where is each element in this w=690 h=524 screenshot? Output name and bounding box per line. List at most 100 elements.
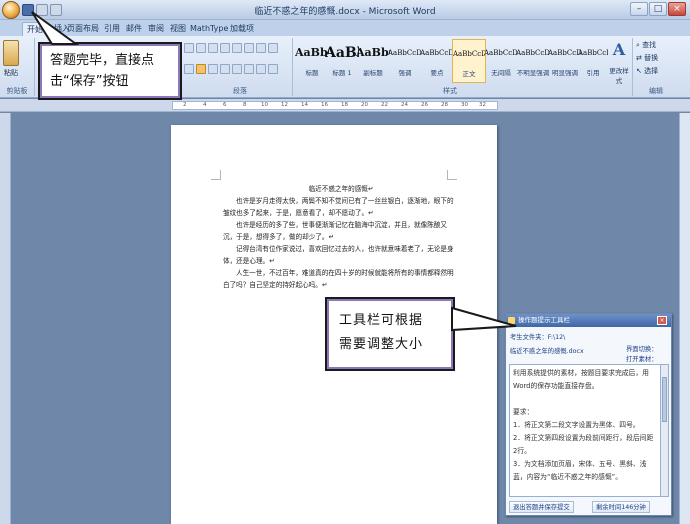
style-subtitle[interactable]: AaBbC 副标题 xyxy=(356,39,390,83)
crop-mark xyxy=(447,170,457,180)
change-styles-button[interactable]: A 更改样式 xyxy=(608,39,630,86)
bullets-icon[interactable] xyxy=(184,43,194,53)
style-name: 要点 xyxy=(430,69,444,77)
replace-label: 替换 xyxy=(644,54,659,62)
open-material-link[interactable]: 打开素材： xyxy=(626,354,657,363)
increase-indent-icon[interactable] xyxy=(232,43,242,53)
shading-icon[interactable] xyxy=(256,64,266,74)
tab-mathtype[interactable]: MathType xyxy=(190,22,228,36)
tab-addins[interactable]: 加载项 xyxy=(228,22,256,36)
instruction-line: 要求： xyxy=(513,408,534,416)
style-sample: AaBbC xyxy=(295,46,329,59)
group-separator xyxy=(292,38,293,96)
decrease-indent-icon[interactable] xyxy=(220,43,230,53)
tool-panel-close-button[interactable]: × xyxy=(657,316,667,325)
tab-references[interactable]: 引用 xyxy=(100,22,124,36)
tool-panel-title: 操作题提示工具栏 xyxy=(518,316,570,324)
submit-and-save-button[interactable]: 退出答题并保存提交 xyxy=(509,501,574,513)
tab-review[interactable]: 审阅 xyxy=(144,22,168,36)
style-sample: AaBbCcDd xyxy=(388,49,422,57)
style-quote[interactable]: AaBbCcDd 引用 xyxy=(578,39,608,83)
instruction-line: 3．为文档添加页眉，宋体、五号、黑斜、浅蓝，内容为“临近不惑之年的感慨”。 xyxy=(513,460,647,481)
tab-mailings[interactable]: 邮件 xyxy=(122,22,146,36)
document-body[interactable]: 临近不惑之年的感慨↵ 也许是岁月走得太快，两鬓不知不觉间已有了一丝丝银白，逐渐地… xyxy=(223,183,459,291)
paste-icon[interactable] xyxy=(3,40,19,66)
align-right-icon[interactable] xyxy=(208,64,218,74)
styles-group-label: 样式 xyxy=(443,87,457,95)
paste-label: 粘贴 xyxy=(4,69,18,77)
select-button[interactable]: ↖ 选择 xyxy=(636,66,658,77)
callout-pointer xyxy=(31,11,80,45)
find-icon: ⌕ xyxy=(636,41,640,49)
vertical-ruler[interactable] xyxy=(0,113,11,524)
style-name: 无间隔 xyxy=(491,69,511,77)
replace-button[interactable]: ⇄ 替换 xyxy=(636,53,658,64)
maximize-button[interactable]: □ xyxy=(649,2,667,16)
office-button-icon[interactable] xyxy=(2,1,20,19)
document-title: 临近不惑之年的感慨↵ xyxy=(308,185,374,193)
exam-tool-panel[interactable]: 操作题提示工具栏 × 考生文件夹：F:\12\ 临近不惑之年的感慨.docx 界… xyxy=(505,313,672,516)
style-name: 强调 xyxy=(398,69,412,77)
minimize-button[interactable]: – xyxy=(630,2,648,16)
justify-icon[interactable] xyxy=(220,64,230,74)
align-center-icon[interactable] xyxy=(196,64,206,74)
remaining-time-label: 剩余时间146分钟 xyxy=(592,501,650,513)
window-title: 临近不惑之年的感慨.docx - Microsoft Word xyxy=(254,7,436,17)
find-label: 查找 xyxy=(642,41,657,49)
select-label: 选择 xyxy=(644,67,659,75)
style-name: 标题 1 xyxy=(332,69,352,77)
horizontal-ruler[interactable]: 2 4 6 8 10 12 14 16 18 20 22 24 26 28 30… xyxy=(0,99,690,112)
toolbar-hint-line-2: 需要调整大小 xyxy=(339,337,424,352)
align-left-icon[interactable] xyxy=(184,64,194,74)
style-sample: AaBbCcD xyxy=(420,49,454,57)
change-styles-icon: A xyxy=(612,40,626,59)
instruction-line: 2．将正文第四段设置为段前间距行，段后间距2行。 xyxy=(513,434,654,455)
crop-mark xyxy=(211,170,221,180)
style-normal[interactable]: AaBbCcDd 正文 xyxy=(452,39,486,83)
style-sample: AaBbCcD xyxy=(516,49,550,57)
document-paragraph: 人生一世，不过百年，难道真的在四十岁的时候就能将所有的事情都释然明白了吗？自己坚… xyxy=(223,269,454,289)
chinese-layout-icon[interactable] xyxy=(244,43,254,53)
style-name: 不明显强调 xyxy=(516,69,550,77)
style-sample: AaBbC xyxy=(356,46,390,59)
distributed-icon[interactable] xyxy=(232,64,242,74)
find-button[interactable]: ⌕ 查找 xyxy=(636,40,656,51)
select-icon: ↖ xyxy=(636,67,642,75)
sort-icon[interactable] xyxy=(256,43,266,53)
replace-icon: ⇄ xyxy=(636,54,642,62)
document-paragraph: 也许是岁月走得太快，两鬓不知不觉间已有了一丝丝银白，逐渐地，眼下的皱纹也多了起来… xyxy=(223,197,454,217)
multilevel-list-icon[interactable] xyxy=(208,43,218,53)
align-buttons-row xyxy=(184,64,280,76)
style-emphasis[interactable]: AaBbCcDd 强调 xyxy=(388,39,422,83)
toolbar-hint-line-1: 工具栏可根据 xyxy=(339,313,424,328)
style-strong[interactable]: AaBbCcD 要点 xyxy=(420,39,454,83)
close-button[interactable]: × xyxy=(668,2,686,16)
style-intense-emphasis[interactable]: AaBbCcDd 明显强调 xyxy=(548,39,582,83)
tab-view[interactable]: 视图 xyxy=(166,22,190,36)
style-subtle-emphasis[interactable]: AaBbCcD 不明显强调 xyxy=(516,39,550,83)
style-title[interactable]: AaBbC 标题 xyxy=(295,39,329,83)
list-buttons-row xyxy=(184,43,280,55)
style-name: 正文 xyxy=(462,70,476,78)
numbering-icon[interactable] xyxy=(196,43,206,53)
document-paragraph: 也许是经历的多了些，世事便渐渐记忆在脑海中沉淀，并且，就像陈酿又沉，于是，想得多… xyxy=(223,221,447,241)
vertical-scrollbar[interactable] xyxy=(679,113,690,524)
instructions-scrollbar[interactable] xyxy=(661,364,669,497)
scrollbar-thumb[interactable] xyxy=(662,377,667,422)
tool-panel-titlebar[interactable]: 操作题提示工具栏 × xyxy=(506,314,671,327)
show-marks-icon[interactable] xyxy=(268,43,278,53)
style-heading-1[interactable]: AaBb 标题 1 xyxy=(325,39,359,83)
style-sample: AaBbCcDd xyxy=(484,49,518,57)
document-paragraph: 记得台湾有位作家说过，喜欢回忆过去的人，也许就意味着老了，无论是身体，还是心理。… xyxy=(223,245,454,265)
switch-interface-link[interactable]: 界面切换： xyxy=(626,344,657,353)
editing-group-label: 编辑 xyxy=(649,87,663,95)
toolbar-hint-callout: 工具栏可根据 需要调整大小 xyxy=(325,297,455,371)
ribbon-tab-bar: 开始 插入 页面布局 引用 邮件 审阅 视图 MathType 加载项 xyxy=(0,20,690,36)
instruction-line: 利用系统提供的素材，按题目要求完成后，用Word的保存功能直接存盘。 xyxy=(513,369,649,390)
borders-icon[interactable] xyxy=(268,64,278,74)
document-name: 临近不惑之年的感慨.docx xyxy=(510,348,584,355)
save-hint-line-2: 击“保存”按钮 xyxy=(50,74,129,89)
style-name: 明显强调 xyxy=(552,69,578,77)
line-spacing-icon[interactable] xyxy=(244,64,254,74)
style-no-spacing[interactable]: AaBbCcDd 无间隔 xyxy=(484,39,518,83)
